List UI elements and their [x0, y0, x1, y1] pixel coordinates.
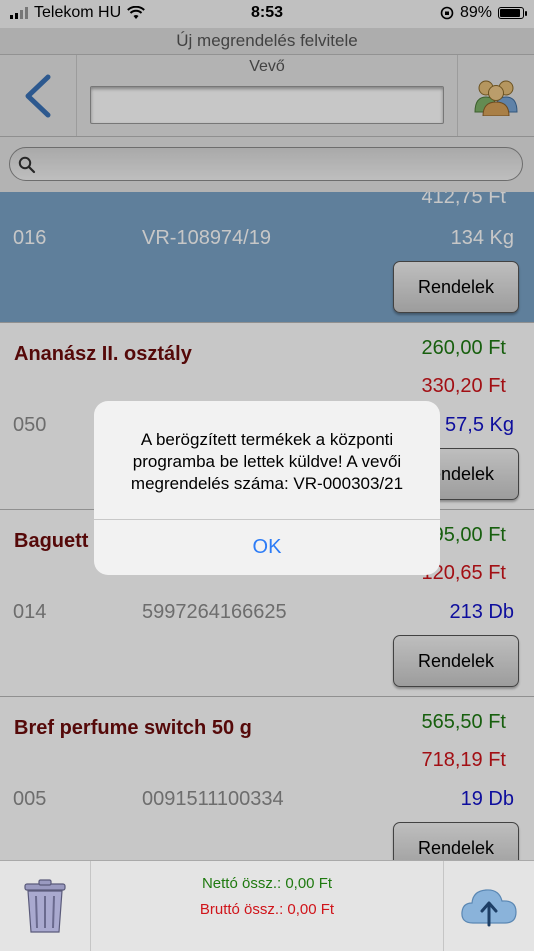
alert-dialog: A berögzített termékek a központi progra…	[94, 401, 440, 575]
alert-message: A berögzített termékek a központi progra…	[130, 430, 404, 493]
ok-button[interactable]: OK	[94, 520, 440, 575]
net-total: Nettó össz.: 0,00 Ft	[201, 875, 333, 892]
delete-button[interactable]	[0, 861, 91, 951]
upload-button[interactable]	[443, 861, 534, 951]
footer: Nettó össz.: 0,00 Ft Bruttó össz.: 0,00 …	[0, 860, 534, 951]
totals: Nettó össz.: 0,00 Ft Bruttó össz.: 0,00 …	[91, 871, 443, 923]
cloud-upload-icon	[461, 889, 517, 927]
trash-icon	[24, 879, 66, 933]
gross-total: Bruttó össz.: 0,00 Ft	[199, 901, 335, 918]
